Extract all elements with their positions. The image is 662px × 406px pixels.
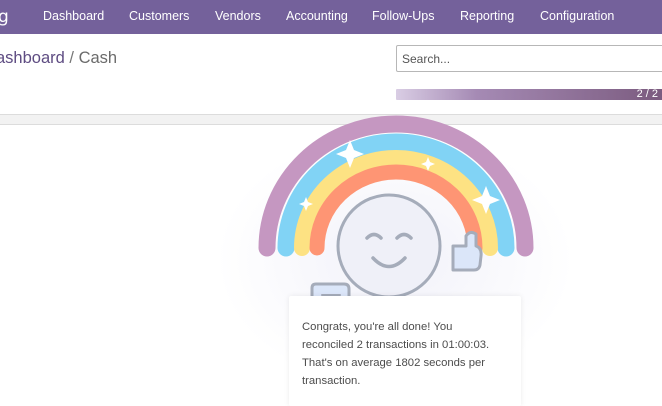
progress-text: 2 / 2 xyxy=(636,89,658,100)
congrats-line-3: That's on average 1802 seconds per xyxy=(302,357,486,369)
menu-follow-ups[interactable]: Follow-Ups xyxy=(372,9,435,23)
app-brand[interactable]: g xyxy=(0,7,9,27)
breadcrumb-separator: / xyxy=(69,49,74,67)
reconciliation-complete-card: Congrats, you're all done! You reconcile… xyxy=(289,296,521,406)
smiley-face-icon xyxy=(336,193,442,299)
menu-configuration[interactable]: Configuration xyxy=(540,9,614,23)
menu-accounting[interactable]: Accounting xyxy=(286,9,348,23)
menu-dashboard[interactable]: Dashboard xyxy=(43,9,104,23)
breadcrumb-current: Cash xyxy=(78,49,118,67)
progress-fill xyxy=(396,89,662,100)
menu-reporting[interactable]: Reporting xyxy=(460,9,514,23)
control-panel: ashboard / Cash 2 / 2 xyxy=(0,34,662,114)
thumbs-up-icon xyxy=(451,230,483,272)
top-navbar: g Dashboard Customers Vendors Accounting… xyxy=(0,0,662,34)
search-input[interactable] xyxy=(396,45,662,72)
menu-customers[interactable]: Customers xyxy=(129,9,189,23)
congrats-line-4: transaction. xyxy=(302,375,361,387)
breadcrumb: ashboard / Cash xyxy=(0,49,117,68)
breadcrumb-parent[interactable]: ashboard xyxy=(0,49,65,67)
rainbow-illustration xyxy=(258,115,534,310)
congrats-line-1: Congrats, you're all done! You xyxy=(302,321,453,333)
menu-vendors[interactable]: Vendors xyxy=(215,9,261,23)
reconciliation-progress-bar: 2 / 2 xyxy=(396,89,662,100)
congrats-line-2: reconciled 2 transactions in 01:00:03. xyxy=(302,339,490,351)
